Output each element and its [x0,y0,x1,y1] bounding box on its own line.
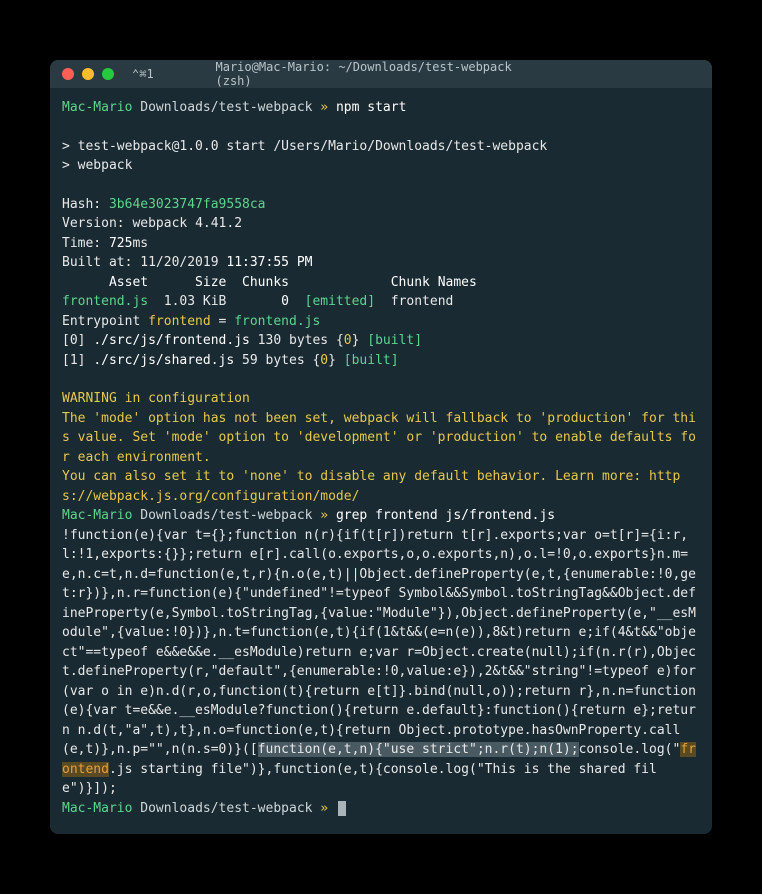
warning-header: WARNING in configuration [62,389,700,409]
terminal-output[interactable]: Mac-Mario Downloads/test-webpack » npm s… [50,88,712,834]
prompt-line: Mac-Mario Downloads/test-webpack » grep … [62,506,700,526]
npm-output: > test-webpack@1.0.0 start /Users/Mario/… [62,137,700,157]
window-title: Mario@Mac-Mario: ~/Downloads/test-webpac… [216,60,547,88]
asset-row: frontend.js 1.03 KiB 0 [emitted] fronten… [62,292,700,312]
prompt-line: Mac-Mario Downloads/test-webpack » [62,799,700,819]
build-version: Version: webpack 4.41.2 [62,214,700,234]
maximize-icon[interactable] [102,68,114,80]
prompt-line: Mac-Mario Downloads/test-webpack » npm s… [62,98,700,118]
close-icon[interactable] [62,68,74,80]
npm-output: > webpack [62,156,700,176]
build-hash: Hash: 3b64e3023747fa9558ca [62,195,700,215]
warning-body: The 'mode' option has not been set, webp… [62,409,700,468]
module-row: [1] ./src/js/shared.js 59 bytes {0} [bui… [62,351,700,371]
cursor [338,801,346,816]
tab-hint: ⌃⌘1 [132,67,154,81]
module-row: [0] ./src/js/frontend.js 130 bytes {0} [… [62,331,700,351]
grep-output: !function(e){var t={};function n(r){if(t… [62,526,700,799]
build-time: Time: 725ms [62,234,700,254]
traffic-lights [62,68,114,80]
titlebar: ⌃⌘1 Mario@Mac-Mario: ~/Downloads/test-we… [50,60,712,88]
entrypoint: Entrypoint frontend = frontend.js [62,312,700,332]
asset-table-header: Asset Size Chunks Chunk Names [62,273,700,293]
warning-link: You can also set it to 'none' to disable… [62,467,700,506]
terminal-window: ⌃⌘1 Mario@Mac-Mario: ~/Downloads/test-we… [50,60,712,834]
minimize-icon[interactable] [82,68,94,80]
build-timestamp: Built at: 11/20/2019 11:37:55 PM [62,253,700,273]
